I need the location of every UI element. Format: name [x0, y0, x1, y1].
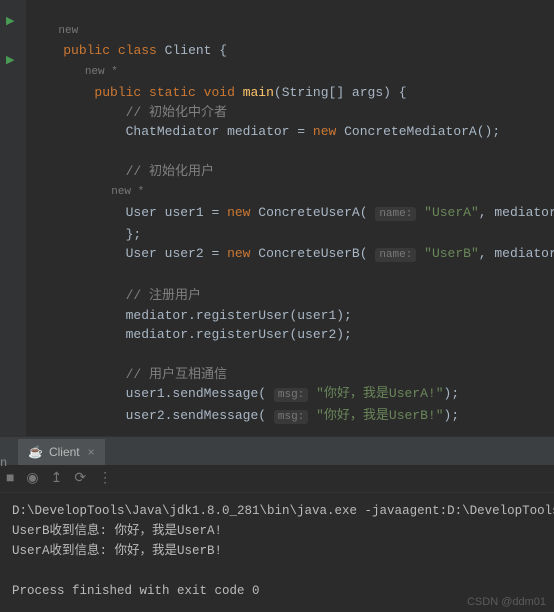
run-class-icon[interactable]: ▶ [6, 14, 14, 28]
run-tabbar: ☕ Client × [0, 437, 554, 465]
side-label: n [0, 456, 7, 470]
coffee-icon: ☕ [28, 445, 43, 459]
run-tab-client[interactable]: ☕ Client × [18, 439, 105, 465]
console-line: UserB收到信息: 你好，我是UserA! [12, 524, 222, 538]
close-icon[interactable]: × [88, 445, 95, 459]
console-cmd: D:\DevelopTools\Java\jdk1.8.0_281\bin\ja… [12, 504, 554, 518]
code-content[interactable]: new public class Client { new * public s… [32, 0, 554, 436]
tab-label: Client [49, 445, 80, 459]
console-line: UserA收到信息: 你好，我是UserB! [12, 544, 222, 558]
console-toolbar: ■ ◉ ↥ ⟳ ⋮ [0, 465, 554, 493]
camera-icon[interactable]: ◉ [26, 470, 38, 487]
code-editor[interactable]: ▶ ▶ new public class Client { new * publ… [0, 0, 554, 436]
run-main-icon[interactable]: ▶ [6, 53, 14, 67]
more-icon[interactable]: ⋮ [98, 470, 112, 487]
layout-icon[interactable]: ⟳ [74, 470, 86, 487]
stop-icon[interactable]: ■ [6, 471, 14, 487]
export-icon[interactable]: ↥ [51, 470, 63, 487]
console-exit: Process finished with exit code 0 [12, 584, 260, 598]
run-panel: ☕ Client × ■ ◉ ↥ ⟳ ⋮ D:\DevelopTools\Jav… [0, 436, 554, 612]
console-output[interactable]: D:\DevelopTools\Java\jdk1.8.0_281\bin\ja… [0, 493, 554, 609]
gutter: ▶ ▶ [0, 0, 26, 436]
watermark: CSDN @ddm01 [467, 596, 546, 608]
